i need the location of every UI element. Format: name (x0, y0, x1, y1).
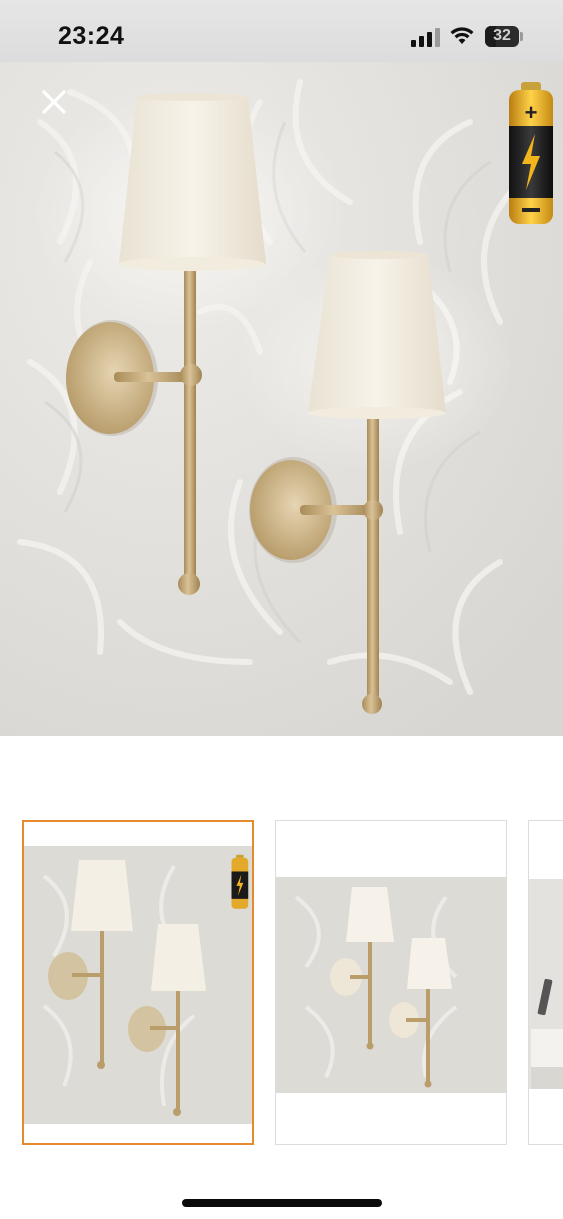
svg-text:+: + (525, 100, 538, 125)
status-time: 23:24 (58, 22, 125, 50)
wifi-icon (450, 27, 474, 44)
thumbnail-3[interactable] (528, 820, 563, 1145)
thumbnail-3-image (529, 879, 563, 1089)
thumbnail-1[interactable] (22, 820, 254, 1145)
home-indicator[interactable] (182, 1199, 382, 1207)
thumbnail-2-image (276, 877, 506, 1093)
battery-charging-icon[interactable]: + (505, 80, 557, 228)
thumbnail-1-image (24, 846, 252, 1124)
status-bar: 23:24 32 (0, 0, 563, 62)
product-photo (0, 62, 563, 736)
cellular-signal-icon (411, 28, 440, 47)
battery-level: 32 (485, 26, 519, 47)
product-image-viewer[interactable]: + (0, 62, 563, 736)
close-icon[interactable] (36, 84, 72, 120)
battery-icon: 32 (485, 26, 523, 47)
battery-percent: 32 (493, 27, 511, 44)
thumbnail-2[interactable] (275, 820, 507, 1145)
